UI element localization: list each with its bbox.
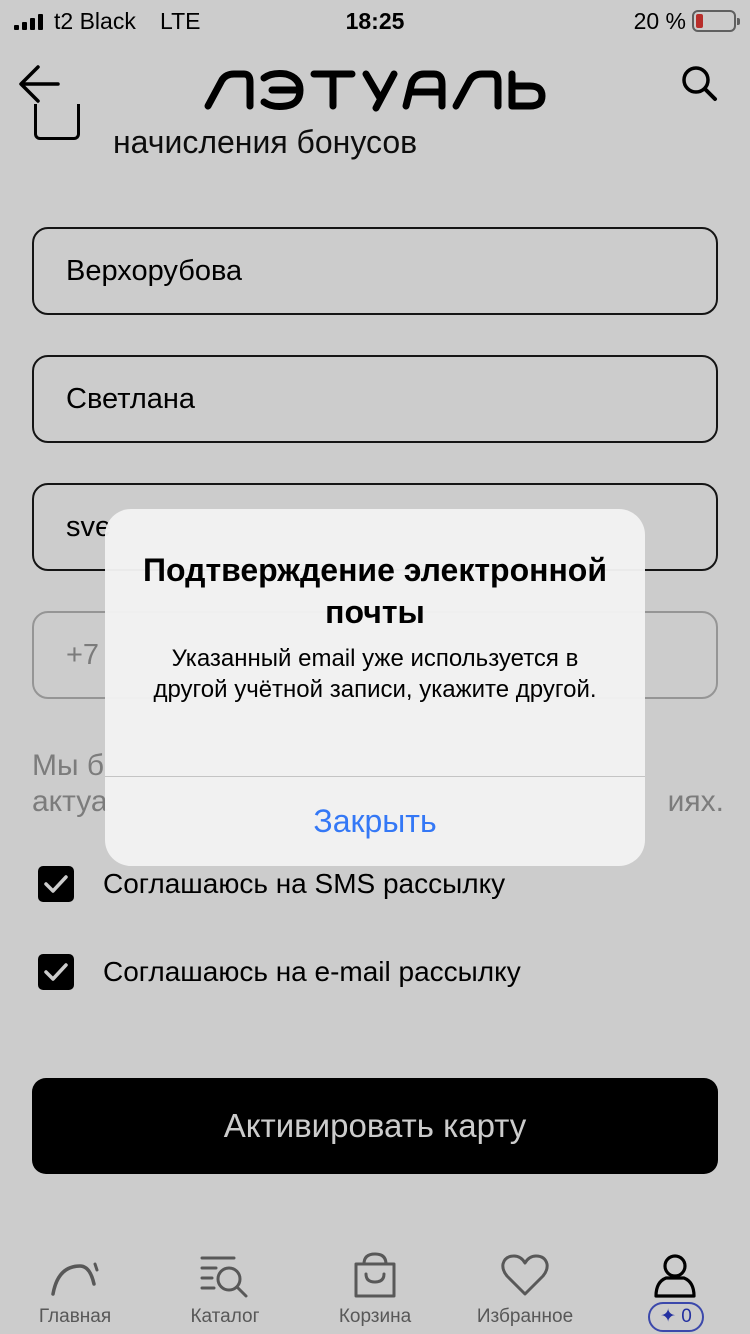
alert-message: Указанный email уже используется в друго… [153, 645, 597, 703]
alert-title: Подтверждение электронной почты [143, 552, 607, 630]
email-confirmation-alert: Подтверждение электронной почты Указанны… [105, 509, 645, 866]
alert-close-button[interactable]: Закрыть [105, 777, 645, 866]
